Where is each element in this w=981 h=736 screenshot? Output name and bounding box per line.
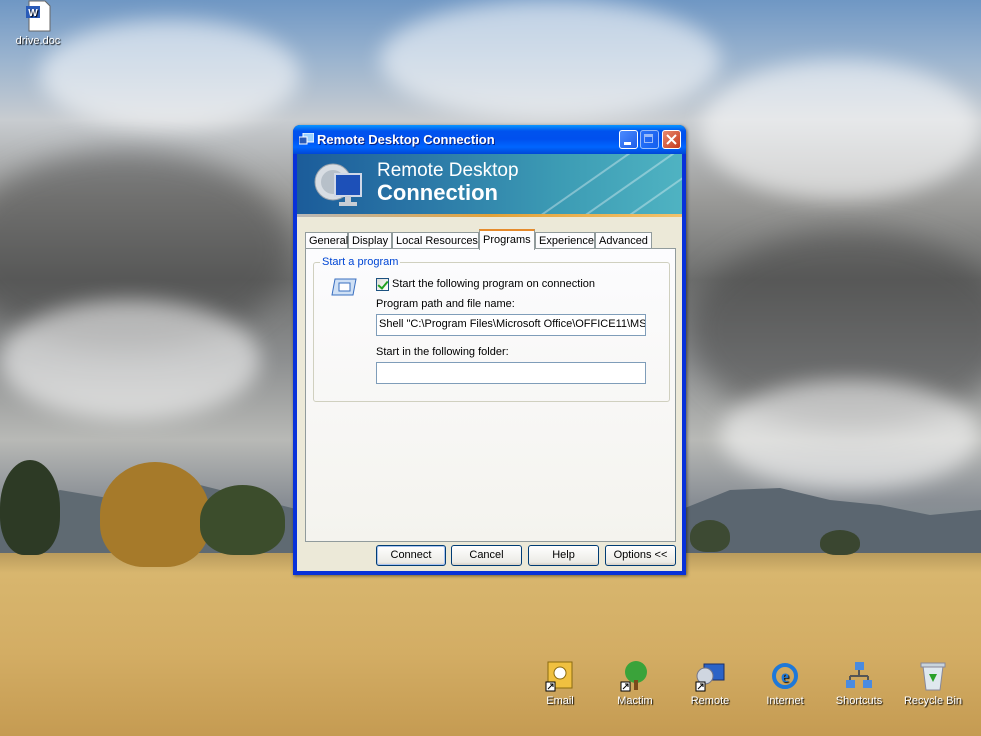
minimize-button[interactable]: [619, 130, 638, 149]
recycle-bin-icon: [917, 660, 949, 692]
tab-local-resources[interactable]: Local Resources: [392, 232, 479, 249]
checkbox-label: Start the following program on connectio…: [392, 278, 596, 290]
start-folder-input[interactable]: [376, 362, 646, 384]
tab-display[interactable]: Display: [348, 232, 392, 249]
desktop-icon-label: Email: [546, 695, 574, 707]
window-title: Remote Desktop Connection: [317, 132, 495, 147]
close-icon: [666, 134, 677, 145]
header-banner: Remote Desktop Connection: [297, 154, 682, 214]
start-folder-label: Start in the following folder:: [376, 346, 509, 358]
desktop-icon-label: Recycle Bin: [903, 695, 963, 707]
banner-title-line2: Connection: [377, 180, 498, 205]
program-path-input[interactable]: Shell "C:\Program Files\Microsoft Office…: [376, 314, 646, 336]
connect-button[interactable]: Connect: [376, 545, 446, 566]
desktop-icon-label: Remote: [690, 695, 730, 707]
desktop-icon-label: drive.doc: [15, 35, 61, 47]
svg-text:W: W: [28, 8, 38, 19]
remote-desktop-logo-icon: [314, 163, 362, 206]
desktop-icon-email[interactable]: Email: [525, 660, 595, 707]
banner-divider: [297, 214, 682, 217]
tab-label: Display: [352, 235, 389, 247]
group-label: Start a program: [320, 256, 401, 268]
programs-tab-panel: Start a program Start the following prog…: [305, 248, 676, 542]
tab-experience[interactable]: Experience: [535, 232, 595, 249]
tab-programs[interactable]: Programs: [479, 229, 535, 250]
desktop-icon-recycle-bin[interactable]: Recycle Bin: [898, 660, 968, 707]
tab-general[interactable]: General: [305, 232, 348, 249]
desktop-icon-label: Internet: [766, 695, 804, 707]
maximize-icon: [644, 134, 653, 143]
tab-label: Local Resources: [396, 235, 478, 247]
options-button[interactable]: Options <<: [605, 545, 676, 566]
remote-desktop-window: Remote Desktop Connection Remote Desktop…: [293, 125, 686, 575]
cancel-button[interactable]: Cancel: [451, 545, 522, 566]
desktop-icon-internet[interactable]: e Internet: [750, 660, 820, 707]
maximize-button[interactable]: [640, 130, 659, 149]
tab-label: Experience: [539, 235, 595, 247]
internet-explorer-icon: e: [769, 660, 801, 692]
close-button[interactable]: [662, 130, 681, 149]
desktop-icon-drive-doc[interactable]: W drive.doc: [3, 0, 73, 47]
desktop-icon-remote[interactable]: Remote: [675, 660, 745, 707]
program-window-icon: [331, 278, 357, 296]
minimize-icon: [624, 142, 631, 145]
tab-label: Programs: [483, 234, 531, 246]
tab-label: Advanced: [599, 235, 648, 247]
window-client-area: Remote Desktop Connection General Displa…: [297, 154, 682, 571]
tab-label: General: [309, 235, 349, 247]
word-document-icon: W: [22, 0, 54, 32]
title-bar[interactable]: Remote Desktop Connection: [293, 125, 686, 154]
remote-desktop-shortcut-icon: [694, 660, 726, 692]
svg-text:e: e: [781, 666, 789, 686]
desktop-icon-label: Mactim: [617, 695, 653, 707]
network-shortcuts-icon: [843, 660, 875, 692]
start-program-checkbox[interactable]: [376, 278, 389, 291]
desktop-icon-label: Shortcuts: [835, 695, 883, 707]
tab-advanced[interactable]: Advanced: [595, 232, 652, 249]
remote-desktop-title-icon: [299, 133, 314, 145]
start-program-group: Start a program Start the following prog…: [313, 256, 670, 402]
banner-title-line1: Remote Desktop: [377, 160, 519, 181]
help-button[interactable]: Help: [528, 545, 599, 566]
email-shortcut-icon: [544, 660, 576, 692]
tree-shortcut-icon: [619, 660, 651, 692]
program-path-label: Program path and file name:: [376, 298, 515, 310]
desktop-icon-shortcuts[interactable]: Shortcuts: [824, 660, 894, 707]
desktop-icon-mactim[interactable]: Mactim: [600, 660, 670, 707]
